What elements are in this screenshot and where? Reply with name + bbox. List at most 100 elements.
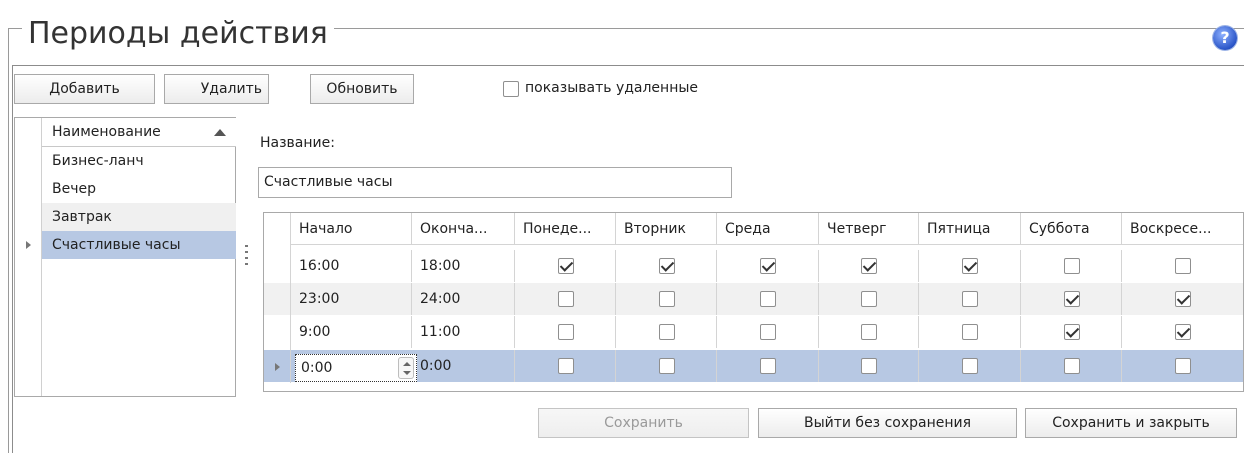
save-and-close-button[interactable]: Сохранить и закрыть xyxy=(1025,408,1237,438)
cell-end-time[interactable]: 18:00 xyxy=(412,250,515,282)
tuesday-checkbox[interactable] xyxy=(659,324,675,340)
cell-start-time[interactable]: 9:00 xyxy=(291,316,412,348)
wednesday-checkbox[interactable] xyxy=(760,324,776,340)
saturday-checkbox[interactable] xyxy=(1064,324,1080,340)
spin-updown-icon[interactable] xyxy=(398,357,414,379)
add-button[interactable]: Добавить xyxy=(14,74,155,104)
saturday-checkbox[interactable] xyxy=(1064,358,1080,374)
column-header-saturday[interactable]: Суббота xyxy=(1021,213,1122,245)
column-header-start[interactable]: Начало xyxy=(291,213,412,245)
thursday-checkbox[interactable] xyxy=(861,258,877,274)
friday-checkbox[interactable] xyxy=(962,358,978,374)
name-field[interactable]: Счастливые часы xyxy=(258,167,732,198)
cell-tuesday xyxy=(616,316,717,348)
column-header-sunday[interactable]: Воскресе... xyxy=(1122,213,1243,245)
cell-start-time[interactable]: 23:00 xyxy=(291,283,412,315)
cell-monday xyxy=(515,350,616,382)
cell-wednesday xyxy=(717,316,819,348)
monday-checkbox[interactable] xyxy=(558,291,574,307)
sort-ascending-icon xyxy=(214,129,226,136)
grid-gutter xyxy=(264,213,291,383)
cell-saturday xyxy=(1021,316,1122,348)
tuesday-checkbox[interactable] xyxy=(659,258,675,274)
monday-checkbox[interactable] xyxy=(558,358,574,374)
page-title: Периоды действия xyxy=(22,14,334,54)
cell-friday xyxy=(919,250,1021,282)
cell-friday xyxy=(919,316,1021,348)
save-button[interactable]: Сохранить xyxy=(538,408,749,438)
cell-thursday xyxy=(819,350,919,382)
thursday-checkbox[interactable] xyxy=(861,358,877,374)
list-item[interactable]: Вечер xyxy=(42,175,236,203)
cell-friday xyxy=(919,350,1021,382)
current-row-arrow-icon xyxy=(275,363,280,371)
column-header-friday[interactable]: Пятница xyxy=(919,213,1021,245)
list-header-label: Наименование xyxy=(52,124,161,140)
column-header-monday[interactable]: Понеде... xyxy=(515,213,616,245)
cell-monday xyxy=(515,283,616,315)
wednesday-checkbox[interactable] xyxy=(760,291,776,307)
start-time-editor-value: 0:00 xyxy=(301,360,333,376)
cell-saturday xyxy=(1021,283,1122,315)
wednesday-checkbox[interactable] xyxy=(760,358,776,374)
wednesday-checkbox[interactable] xyxy=(760,258,776,274)
column-header-thursday[interactable]: Четверг xyxy=(819,213,919,245)
sunday-checkbox[interactable] xyxy=(1175,258,1191,274)
sunday-checkbox[interactable] xyxy=(1175,324,1191,340)
saturday-checkbox[interactable] xyxy=(1064,291,1080,307)
cell-sunday xyxy=(1122,250,1243,282)
column-header-tuesday[interactable]: Вторник xyxy=(616,213,717,245)
start-time-editor[interactable]: 0:00 xyxy=(295,354,417,382)
periods-list[interactable]: Наименование Бизнес-ланч Вечер Завтрак С… xyxy=(14,117,236,397)
name-label: Название: xyxy=(260,135,335,151)
delete-button[interactable]: Удалить xyxy=(164,74,269,104)
cell-end-time[interactable]: 11:00 xyxy=(412,316,515,348)
cell-end-time[interactable]: 24:00 xyxy=(412,283,515,315)
cell-wednesday xyxy=(717,283,819,315)
cell-sunday xyxy=(1122,316,1243,348)
column-header-wednesday[interactable]: Среда xyxy=(717,213,819,245)
sunday-checkbox[interactable] xyxy=(1175,358,1191,374)
cell-friday xyxy=(919,283,1021,315)
cell-tuesday xyxy=(616,350,717,382)
list-gutter xyxy=(15,118,42,396)
cell-monday xyxy=(515,250,616,282)
show-deleted-checkbox[interactable] xyxy=(503,81,519,97)
cell-sunday xyxy=(1122,283,1243,315)
cell-wednesday xyxy=(717,350,819,382)
friday-checkbox[interactable] xyxy=(962,258,978,274)
cell-end-time[interactable]: 0:00 xyxy=(412,350,515,382)
cell-thursday xyxy=(819,250,919,282)
friday-checkbox[interactable] xyxy=(962,324,978,340)
cell-thursday xyxy=(819,283,919,315)
cell-tuesday xyxy=(616,250,717,282)
cell-start-time[interactable]: 16:00 xyxy=(291,250,412,282)
sunday-checkbox[interactable] xyxy=(1175,291,1191,307)
cell-tuesday xyxy=(616,283,717,315)
monday-checkbox[interactable] xyxy=(558,324,574,340)
list-item[interactable]: Бизнес-ланч xyxy=(42,147,236,175)
splitter-handle[interactable] xyxy=(245,245,248,269)
exit-without-saving-button[interactable]: Выйти без сохранения xyxy=(758,408,1017,438)
cell-saturday xyxy=(1021,350,1122,382)
list-header[interactable]: Наименование xyxy=(42,118,236,147)
refresh-button[interactable]: Обновить xyxy=(310,74,414,104)
cell-monday xyxy=(515,316,616,348)
cell-saturday xyxy=(1021,250,1122,282)
list-item[interactable]: Завтрак xyxy=(42,203,236,231)
saturday-checkbox[interactable] xyxy=(1064,258,1080,274)
tuesday-checkbox[interactable] xyxy=(659,358,675,374)
friday-checkbox[interactable] xyxy=(962,291,978,307)
cell-sunday xyxy=(1122,350,1243,382)
tuesday-checkbox[interactable] xyxy=(659,291,675,307)
help-icon[interactable]: ? xyxy=(1213,26,1237,50)
thursday-checkbox[interactable] xyxy=(861,291,877,307)
monday-checkbox[interactable] xyxy=(558,258,574,274)
cell-wednesday xyxy=(717,250,819,282)
show-deleted-label: показывать удаленные xyxy=(525,80,699,96)
list-item-selected[interactable]: Счастливые часы xyxy=(42,231,236,259)
column-header-end[interactable]: Оконча... xyxy=(412,213,515,245)
current-row-arrow-icon xyxy=(26,241,31,249)
schedule-grid[interactable]: Начало Оконча... Понеде... Вторник Среда… xyxy=(263,212,1244,392)
thursday-checkbox[interactable] xyxy=(861,324,877,340)
